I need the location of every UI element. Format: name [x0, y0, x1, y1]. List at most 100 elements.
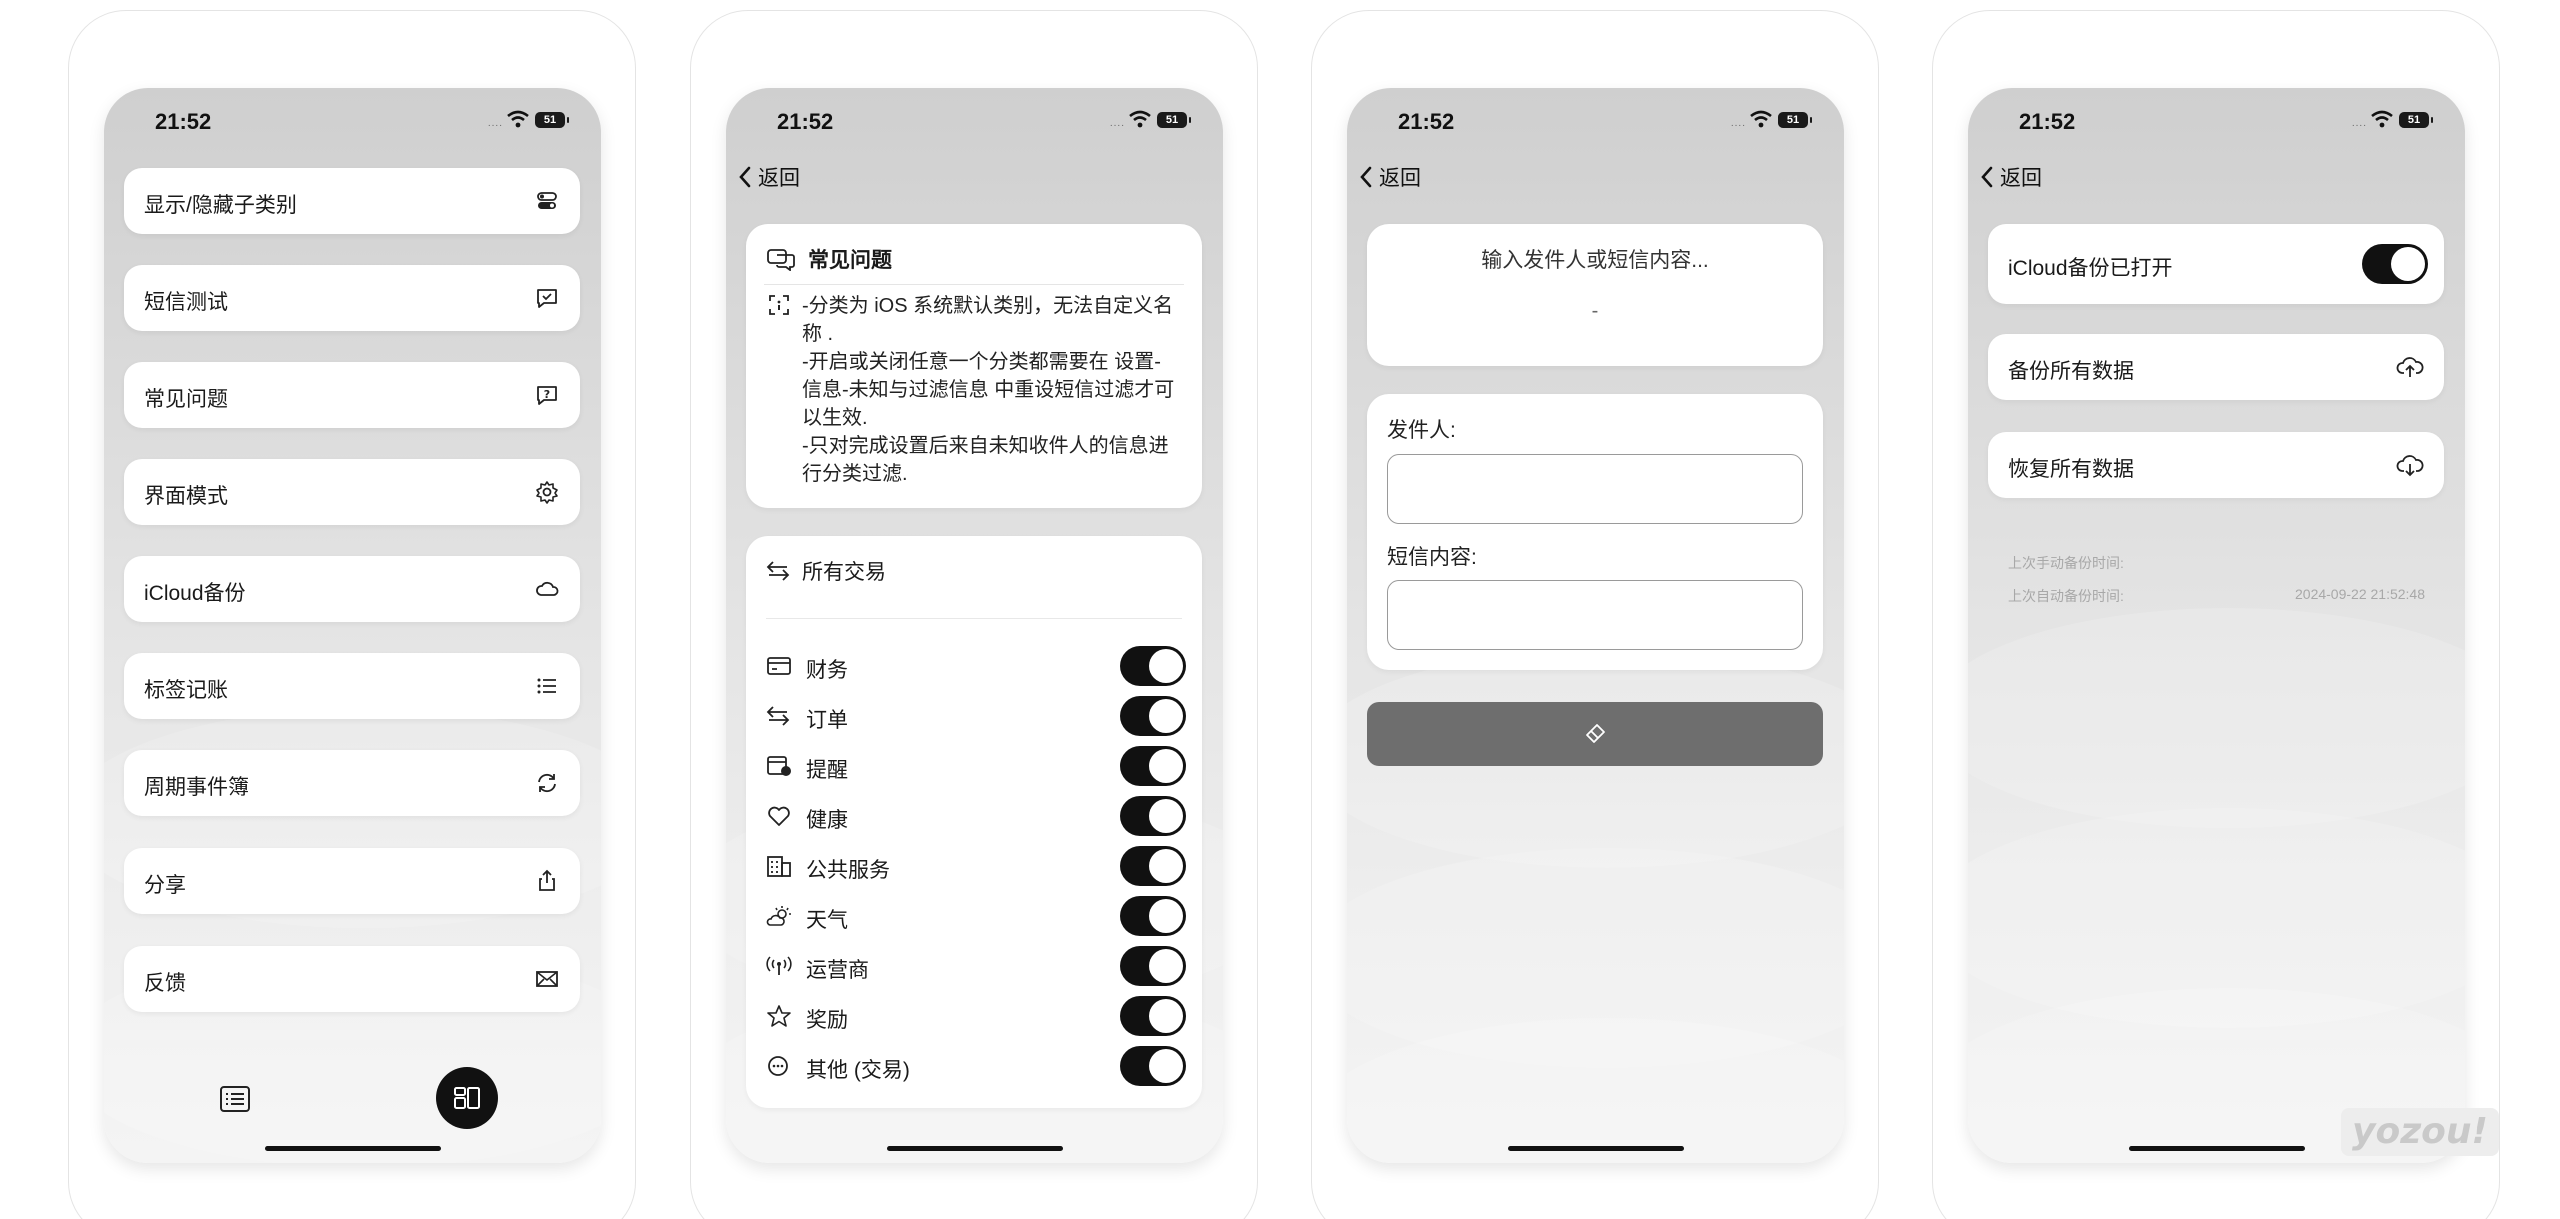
category-row-other: 其他 (交易) — [766, 1044, 1186, 1088]
faq-text: -分类为 iOS 系统默认类别，无法自定义名称 . -开启或关闭任意一个分类都需… — [802, 295, 1175, 485]
dashboard-icon — [454, 1087, 480, 1109]
signal-icon: .... — [1109, 118, 1125, 129]
back-button[interactable]: 返回 — [1359, 162, 1421, 192]
swap-icon — [766, 561, 790, 581]
signal-icon: .... — [1730, 118, 1746, 129]
menu-share[interactable]: 分享 — [124, 848, 580, 914]
menu-faq[interactable]: 常见问题 ? — [124, 362, 580, 428]
search-result: - — [1591, 300, 1599, 322]
menu-label: 标签记账 — [144, 679, 228, 702]
search-placeholder: 输入发件人或短信内容... — [1481, 249, 1709, 272]
category-card: 所有交易 财务 订单 提醒 健康 公共服务 天气 运营商 奖励 其他 (交易) — [746, 536, 1202, 1108]
status-bar: 21:52 .... 51 — [1347, 88, 1844, 156]
status-bar: 21:52 .... 51 — [104, 88, 601, 156]
chat-bubbles-icon — [767, 249, 795, 271]
chevron-left-icon — [1981, 166, 1993, 188]
back-label: 返回 — [1379, 167, 1421, 190]
screen-faq-categories: 21:52 .... 51 返回 常见问题 -分类为 iOS 系统默认类别，无法… — [726, 88, 1223, 1163]
wifi-icon — [2371, 110, 2393, 128]
menu-label: 周期事件簿 — [144, 776, 249, 799]
carrier-toggle[interactable] — [1120, 946, 1186, 986]
divider — [764, 284, 1184, 285]
wifi-icon — [1129, 110, 1151, 128]
category-row-health: 健康 — [766, 794, 1186, 838]
card-icon — [767, 657, 791, 675]
orders-toggle[interactable] — [1120, 696, 1186, 736]
content-label: 短信内容: — [1387, 546, 1477, 569]
screen-icloud-backup: 21:52 .... 51 返回 iCloud备份已打开 备份所有数据 恢复所有… — [1968, 88, 2465, 1163]
weather-toggle[interactable] — [1120, 896, 1186, 936]
menu-show-hide-subcategories[interactable]: 显示/隐藏子类别 — [124, 168, 580, 234]
menu-label: 短信测试 — [144, 291, 228, 314]
cloud-download-icon — [2396, 455, 2424, 477]
menu-feedback[interactable]: 反馈 — [124, 946, 580, 1012]
search-result-card[interactable]: 输入发件人或短信内容... - — [1367, 224, 1823, 366]
menu-icloud-backup[interactable]: iCloud备份 — [124, 556, 580, 622]
status-time: 21:52 — [155, 109, 212, 134]
screen-settings-menu: 21:52 .... 51 显示/隐藏子类别 短信测试 常见问题 ? 界面模式 … — [104, 88, 601, 1163]
icloud-backup-toggle[interactable] — [2362, 244, 2428, 284]
home-indicator — [1507, 1146, 1684, 1151]
last-manual-backup-label: 上次手动备份时间: — [2008, 555, 2124, 571]
swap-icon — [766, 706, 790, 726]
menu-label: 界面模式 — [144, 485, 228, 508]
antenna-icon — [766, 956, 792, 975]
finance-toggle[interactable] — [1120, 646, 1186, 686]
status-time: 21:52 — [1398, 109, 1455, 134]
wifi-icon — [1750, 110, 1772, 128]
content-input[interactable] — [1387, 580, 1803, 650]
cloud-upload-icon — [2396, 357, 2424, 377]
info-scan-icon — [769, 295, 789, 315]
screen-sms-test: 21:52 .... 51 返回 输入发件人或短信内容... - 发件人: 短信… — [1347, 88, 1844, 1163]
reminders-toggle[interactable] — [1120, 746, 1186, 786]
back-label: 返回 — [758, 167, 800, 190]
list-icon — [537, 678, 556, 694]
chevron-left-icon — [739, 166, 751, 188]
status-bar: 21:52 .... 51 — [726, 88, 1223, 156]
wifi-icon — [507, 110, 529, 128]
health-toggle[interactable] — [1120, 796, 1186, 836]
battery-icon: 51 — [2399, 112, 2433, 128]
gear-icon — [536, 481, 558, 504]
home-indicator — [886, 1146, 1063, 1151]
watermark-logo: yozou! — [2341, 1108, 2499, 1156]
home-indicator — [2128, 1146, 2305, 1151]
menu-sms-test[interactable]: 短信测试 — [124, 265, 580, 331]
menu-recurring-events[interactable]: 周期事件簿 — [124, 750, 580, 816]
back-button[interactable]: 返回 — [738, 162, 800, 192]
sender-input[interactable] — [1387, 454, 1803, 524]
calendar-badge-icon — [767, 756, 791, 776]
other-toggle[interactable] — [1120, 1046, 1186, 1086]
rewards-toggle[interactable] — [1120, 996, 1186, 1036]
faq-title: 常见问题 — [766, 244, 892, 274]
category-row-weather: 天气 — [766, 894, 1186, 938]
heart-icon — [768, 806, 790, 826]
star-icon — [767, 1005, 791, 1027]
last-auto-backup-label: 上次自动备份时间: — [2008, 588, 2124, 604]
svg-text:?: ? — [544, 388, 550, 401]
icloud-backup-row: iCloud备份已打开 — [1988, 224, 2444, 304]
toggle-icon — [537, 192, 557, 209]
more-circle-icon — [768, 1056, 788, 1076]
category-row-public-services: 公共服务 — [766, 844, 1186, 888]
sms-form-card: 发件人: 短信内容: — [1367, 394, 1823, 670]
backup-all-button[interactable]: 备份所有数据 — [1988, 334, 2444, 400]
dashboard-tab-button[interactable] — [436, 1067, 498, 1129]
menu-label: 反馈 — [144, 972, 186, 995]
list-tab-icon[interactable] — [219, 1085, 251, 1113]
message-check-icon — [537, 289, 557, 308]
test-button[interactable] — [1367, 702, 1823, 766]
restore-all-button[interactable]: 恢复所有数据 — [1988, 432, 2444, 498]
all-transactions-row[interactable]: 所有交易 — [766, 556, 886, 586]
back-button[interactable]: 返回 — [1980, 162, 2042, 192]
menu-label: 显示/隐藏子类别 — [144, 194, 297, 217]
menu-label: iCloud备份 — [144, 582, 246, 605]
mail-icon — [536, 971, 558, 987]
menu-interface-mode[interactable]: 界面模式 — [124, 459, 580, 525]
faq-card: 常见问题 -分类为 iOS 系统默认类别，无法自定义名称 . -开启或关闭任意一… — [746, 224, 1202, 508]
menu-tag-bookkeeping[interactable]: 标签记账 — [124, 653, 580, 719]
public-services-toggle[interactable] — [1120, 846, 1186, 886]
battery-icon: 51 — [1157, 112, 1191, 128]
status-time: 21:52 — [2019, 109, 2076, 134]
status-time: 21:52 — [777, 109, 834, 134]
